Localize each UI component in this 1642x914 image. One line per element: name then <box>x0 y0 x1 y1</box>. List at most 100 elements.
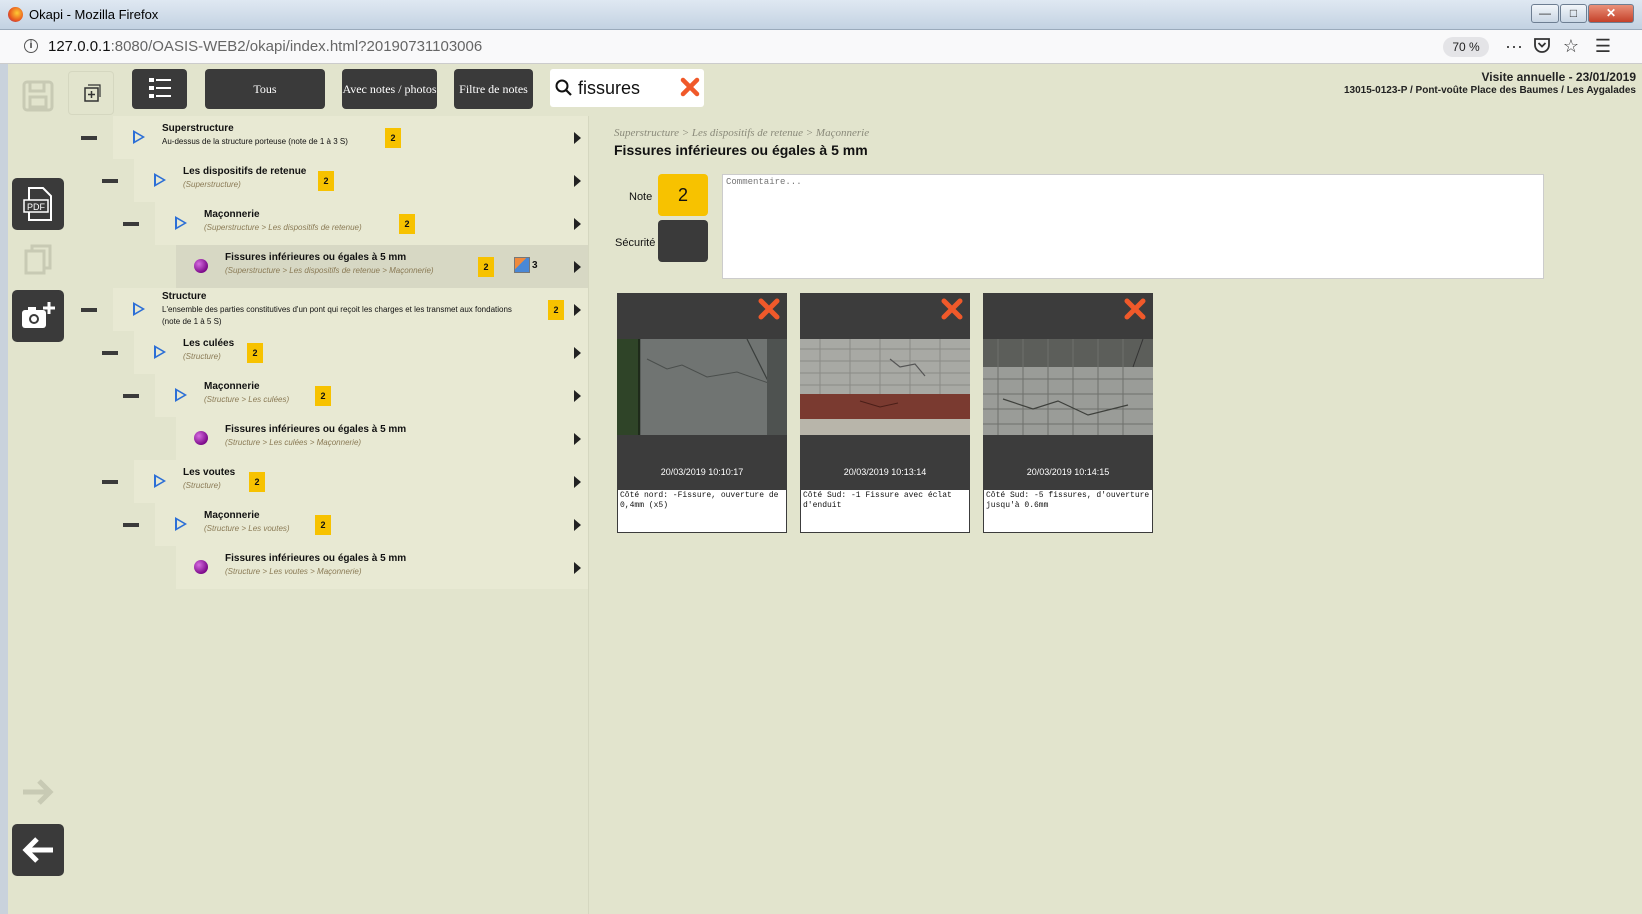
pdf-export-button[interactable]: PDF <box>12 178 64 230</box>
photo-icon <box>514 257 530 273</box>
window-titlebar: Okapi - Mozilla Firefox — □ ✕ <box>0 0 1642 30</box>
chevron-right-icon[interactable] <box>574 476 581 488</box>
tree-row[interactable]: Les culées (Structure) 2 <box>65 331 588 374</box>
play-icon[interactable] <box>175 216 187 230</box>
collapse-icon[interactable] <box>123 394 139 398</box>
note-selector[interactable]: 2 <box>658 174 708 216</box>
list-view-button[interactable] <box>132 69 187 109</box>
site-info-icon[interactable]: i <box>24 39 38 53</box>
minimize-button[interactable]: — <box>1531 4 1559 23</box>
search-box <box>550 69 704 107</box>
play-icon[interactable] <box>175 517 187 531</box>
zoom-level[interactable]: 70 % <box>1443 37 1489 57</box>
maximize-button[interactable]: □ <box>1560 4 1587 23</box>
arrow-right-icon <box>23 779 54 805</box>
play-icon[interactable] <box>175 388 187 402</box>
close-window-button[interactable]: ✕ <box>1588 4 1634 23</box>
delete-photo-button[interactable] <box>940 297 964 321</box>
play-icon[interactable] <box>154 173 166 187</box>
expand-all-button[interactable] <box>68 71 114 115</box>
chevron-right-icon[interactable] <box>574 218 581 230</box>
photo-card[interactable]: 20/03/2019 10:10:17 Côté nord: -Fissure,… <box>617 293 787 533</box>
play-icon[interactable] <box>133 130 145 144</box>
photo-date: 20/03/2019 10:10:17 <box>660 467 744 477</box>
note-badge: 2 <box>548 300 564 320</box>
chevron-right-icon[interactable] <box>574 562 581 574</box>
copy-icon <box>24 244 52 275</box>
photo-thumbnail[interactable] <box>800 339 970 435</box>
tree-row[interactable]: Maçonnerie (Structure > Les voutes) 2 <box>65 503 588 546</box>
collapse-icon[interactable] <box>123 222 139 226</box>
close-icon <box>1124 298 1146 320</box>
photo-thumbnail[interactable] <box>983 339 1153 435</box>
bookmark-star-icon[interactable]: ☆ <box>1560 36 1582 57</box>
note-badge: 2 <box>478 257 494 277</box>
visit-structure: 13015-0123-P / Pont-voûte Place des Baum… <box>1344 85 1636 96</box>
chevron-right-icon[interactable] <box>574 304 581 316</box>
clear-search-button[interactable] <box>680 77 700 102</box>
tree-row[interactable]: Structure L'ensemble des parties constit… <box>65 288 588 331</box>
play-icon[interactable] <box>154 474 166 488</box>
collapse-icon[interactable] <box>81 136 97 140</box>
delete-photo-button[interactable] <box>1123 297 1147 321</box>
security-selector[interactable] <box>658 220 708 262</box>
pocket-icon[interactable] <box>1531 36 1553 59</box>
tree-row[interactable]: Fissures inférieures ou égales à 5 mm (S… <box>65 417 588 460</box>
tree-row[interactable]: Les voutes (Structure) 2 <box>65 460 588 503</box>
url-field[interactable]: 127.0.0.1:8080/OASIS-WEB2/okapi/index.ht… <box>48 38 482 55</box>
chevron-right-icon[interactable] <box>574 175 581 187</box>
filter-notes-photos-button[interactable]: Avec notes / photos <box>342 69 437 109</box>
tree-row[interactable]: Superstructure Au-dessus de la structure… <box>65 116 588 159</box>
tree-row-selected[interactable]: Fissures inférieures ou égales à 5 mm (S… <box>65 245 588 288</box>
chevron-right-icon[interactable] <box>574 132 581 144</box>
close-icon <box>941 298 963 320</box>
chevron-right-icon[interactable] <box>574 433 581 445</box>
more-actions-icon[interactable]: ··· <box>1503 36 1525 57</box>
copy-button[interactable] <box>12 234 64 286</box>
left-rail: PDF <box>8 64 68 914</box>
forward-button[interactable] <box>12 766 64 818</box>
collapse-icon[interactable] <box>81 308 97 312</box>
chevron-right-icon[interactable] <box>574 519 581 531</box>
photo-card[interactable]: 20/03/2019 10:14:15 Côté Sud: -5 fissure… <box>983 293 1153 533</box>
search-input[interactable] <box>578 77 678 99</box>
tree-row[interactable]: Fissures inférieures ou égales à 5 mm (S… <box>65 546 588 589</box>
hamburger-menu-icon[interactable]: ☰ <box>1592 36 1614 57</box>
photo-count: 3 <box>514 257 538 273</box>
breadcrumb: Superstructure > Les dispositifs de rete… <box>614 127 870 139</box>
filter-all-button[interactable]: Tous <box>205 69 325 109</box>
note-label: Note <box>629 191 653 203</box>
collapse-icon[interactable] <box>102 351 118 355</box>
chevron-right-icon[interactable] <box>574 261 581 273</box>
collapse-icon[interactable] <box>102 480 118 484</box>
play-icon[interactable] <box>133 302 145 316</box>
delete-photo-button[interactable] <box>757 297 781 321</box>
tree-row[interactable]: Les dispositifs de retenue (Superstructu… <box>65 159 588 202</box>
note-badge: 2 <box>249 472 265 492</box>
inspection-tree: Superstructure Au-dessus de la structure… <box>65 116 588 914</box>
comment-field[interactable] <box>722 174 1544 279</box>
svg-text:PDF: PDF <box>27 202 46 212</box>
app-toolbar: Tous Avec notes / photos Filtre de notes… <box>68 64 1642 116</box>
close-icon <box>758 298 780 320</box>
tree-row[interactable]: Maçonnerie (Structure > Les culées) 2 <box>65 374 588 417</box>
photo-thumbnail[interactable] <box>617 339 787 435</box>
chevron-right-icon[interactable] <box>574 390 581 402</box>
pdf-icon: PDF <box>23 187 52 221</box>
firefox-logo-icon <box>8 7 23 22</box>
list-icon <box>148 78 171 98</box>
note-badge: 2 <box>315 515 331 535</box>
arrow-left-icon <box>22 837 53 863</box>
add-photo-button[interactable] <box>12 290 64 342</box>
chevron-right-icon[interactable] <box>574 347 581 359</box>
tree-row[interactable]: Maçonnerie (Superstructure > Les disposi… <box>65 202 588 245</box>
note-badge: 2 <box>399 214 415 234</box>
save-button[interactable] <box>12 70 64 122</box>
play-icon[interactable] <box>154 345 166 359</box>
collapse-icon[interactable] <box>123 523 139 527</box>
back-button[interactable] <box>12 824 64 876</box>
photo-card[interactable]: 20/03/2019 10:13:14 Côté Sud: -1 Fissure… <box>800 293 970 533</box>
collapse-icon[interactable] <box>102 179 118 183</box>
note-badge: 2 <box>318 171 334 191</box>
note-filter-button[interactable]: Filtre de notes <box>454 69 533 109</box>
